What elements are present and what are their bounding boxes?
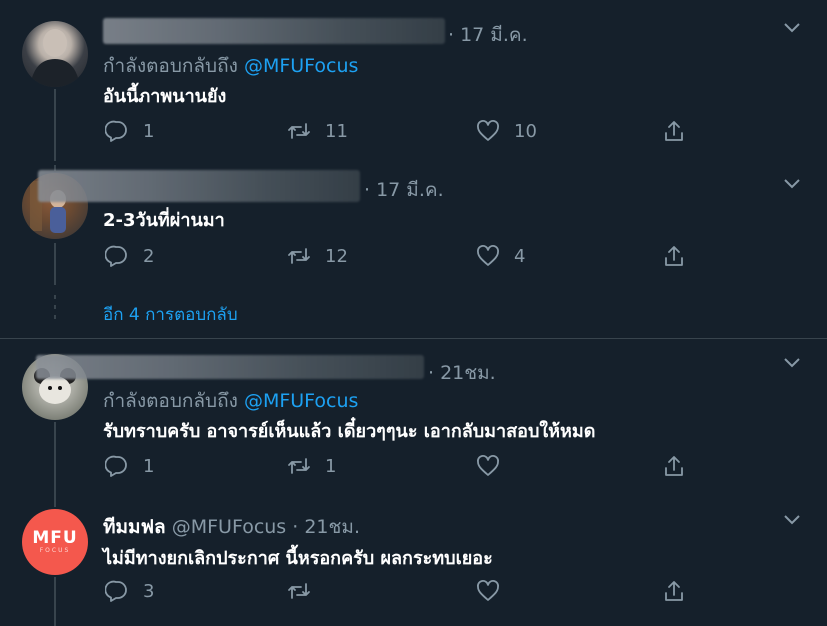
reply-to-handle[interactable]: @MFUFocus (244, 390, 359, 412)
thread-line (54, 89, 56, 161)
share-button[interactable] (662, 117, 686, 145)
reply-count: 3 (143, 580, 155, 602)
reply-button[interactable]: 3 (105, 577, 154, 605)
share-icon (665, 456, 683, 476)
retweet-icon (288, 583, 310, 599)
retweet-count: 1 (325, 455, 337, 477)
share-icon (665, 581, 683, 601)
retweet-icon (288, 248, 310, 264)
tweet-2[interactable]: · 17 มี.ค. 2-3วันที่ผ่านมา 2 12 4 (0, 165, 827, 285)
tweet-3[interactable]: · 21ชม. กำลังตอบกลับถึง @MFUFocus รับทรา… (0, 339, 827, 499)
tweet-4[interactable]: MFU FOCUS ทีมมฟล @MFUFocus · 21ชม. ไม่มี… (0, 497, 827, 626)
reply-to-line: กำลังตอบกลับถึง @MFUFocus (103, 386, 358, 416)
like-count: 4 (514, 245, 526, 267)
thread-line (54, 497, 56, 507)
like-button[interactable] (476, 577, 500, 605)
retweet-count: 12 (325, 245, 348, 267)
retweet-button[interactable] (287, 577, 311, 605)
share-button[interactable] (662, 242, 686, 270)
retweet-button[interactable]: 12 (287, 242, 348, 270)
tweet-time[interactable]: · 21ชม. (428, 358, 496, 388)
mfu-logo-subtext: FOCUS (39, 547, 71, 554)
reply-button[interactable]: 1 (105, 452, 154, 480)
heart-icon (477, 245, 499, 266)
chevron-down-icon[interactable] (782, 509, 802, 529)
show-more-replies-link[interactable]: อีก 4 การตอบกลับ (103, 301, 238, 328)
share-icon (665, 121, 683, 141)
chevron-down-icon[interactable] (782, 173, 802, 193)
thread-line (54, 243, 56, 285)
reply-to-prefix: กำลังตอบกลับถึง (103, 55, 238, 77)
share-icon (665, 246, 683, 266)
retweet-button[interactable]: 11 (287, 117, 348, 145)
tweet-text: รับทราบครับ อาจารย์เห็นแล้ว เดี๋ยวๆๆนะ เ… (103, 421, 596, 442)
mfu-focus-avatar[interactable]: MFU FOCUS (22, 509, 88, 575)
reply-button[interactable]: 2 (105, 242, 154, 270)
retweet-icon (288, 123, 310, 139)
tweet-text: ไม่มีทางยกเลิกประกาศ นี้หรอกครับ ผลกระทบ… (103, 548, 493, 569)
blurred-user-name (36, 355, 424, 379)
thread-dots (54, 295, 56, 325)
reply-to-line: กำลังตอบกลับถึง @MFUFocus (103, 51, 358, 81)
avatar-image (30, 29, 80, 87)
share-button[interactable] (662, 577, 686, 605)
reply-to-prefix: กำลังตอบกลับถึง (103, 390, 238, 412)
tweet-text: อันนี้ภาพนานยัง (103, 86, 227, 107)
like-button[interactable]: 4 (476, 242, 525, 270)
like-button[interactable]: 10 (476, 117, 537, 145)
tweet-time[interactable]: · 17 มี.ค. (448, 20, 528, 50)
heart-icon (477, 580, 499, 601)
share-button[interactable] (662, 452, 686, 480)
mfu-logo-text: MFU (32, 528, 78, 548)
tweet-1[interactable]: · 17 มี.ค. กำลังตอบกลับถึง @MFUFocus อัน… (0, 0, 827, 170)
tweet-time[interactable]: · 17 มี.ค. (364, 175, 444, 205)
author-handle[interactable]: @MFUFocus (172, 516, 287, 538)
tweet-time[interactable]: · 21ชม. (292, 516, 360, 538)
reply-icon (105, 580, 127, 602)
retweet-count: 11 (325, 120, 348, 142)
reply-icon (105, 455, 127, 477)
reply-icon (105, 120, 127, 142)
reply-to-handle[interactable]: @MFUFocus (244, 55, 359, 77)
heart-icon (477, 120, 499, 141)
reply-icon (105, 245, 127, 267)
retweet-icon (288, 458, 310, 474)
thread-line (54, 422, 56, 499)
reply-button[interactable]: 1 (105, 117, 154, 145)
tweet-text: 2-3วันที่ผ่านมา (103, 210, 225, 231)
thread-line (54, 577, 56, 626)
blurred-user-name (103, 18, 445, 44)
like-count: 10 (514, 120, 537, 142)
chevron-down-icon[interactable] (782, 352, 802, 372)
reply-count: 1 (143, 120, 155, 142)
chevron-down-icon[interactable] (782, 17, 802, 37)
reply-count: 2 (143, 245, 155, 267)
blurred-user-name (38, 170, 360, 202)
tweet-header: ทีมมฟล @MFUFocus · 21ชม. (103, 512, 360, 542)
author-name[interactable]: ทีมมฟล (103, 516, 166, 538)
retweet-button[interactable]: 1 (287, 452, 336, 480)
reply-count: 1 (143, 455, 155, 477)
like-button[interactable] (476, 452, 500, 480)
user-avatar[interactable] (22, 21, 88, 87)
heart-icon (477, 455, 499, 476)
